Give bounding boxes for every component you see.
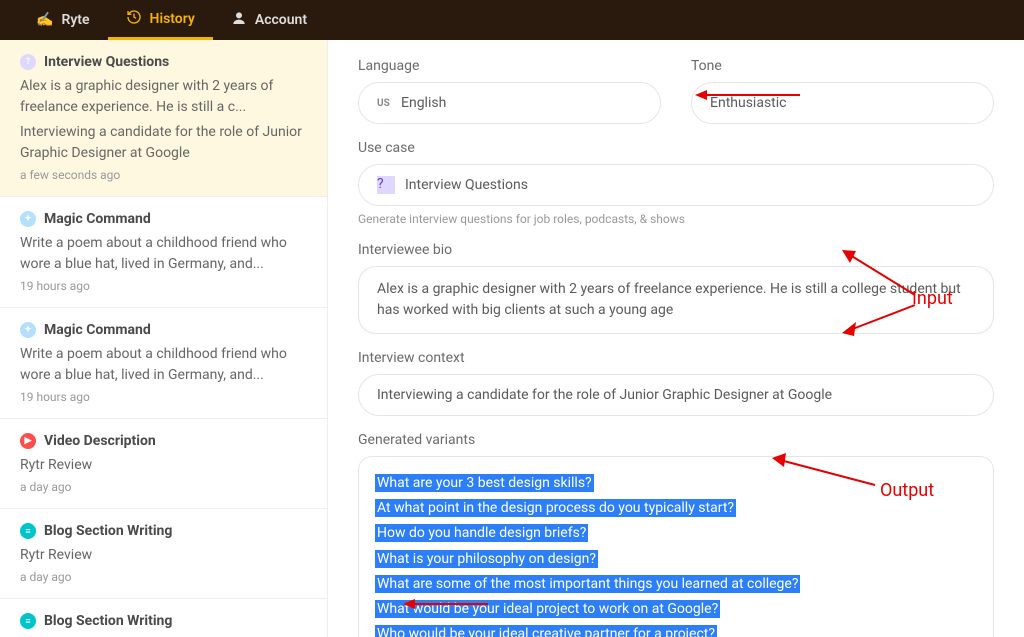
generated-line: What are some of the most important thin… — [375, 575, 800, 593]
usecase-helper: Generate interview questions for job rol… — [358, 212, 994, 226]
language-select[interactable]: US English — [358, 82, 661, 124]
history-item-title: Video Description — [44, 433, 156, 449]
history-item-snippet: Alex is a graphic designer with 2 years … — [20, 76, 307, 118]
usecase-badge-icon: ▶ — [20, 433, 36, 449]
history-item-title: Magic Command — [44, 322, 151, 338]
tab-ryte[interactable]: ✍️ Ryte — [18, 0, 108, 40]
language-field: Language US English — [358, 58, 661, 124]
history-item-snippet: Rytr Review — [20, 455, 307, 476]
history-item[interactable]: ✦ Magic Command Write a poem about a child… — [0, 308, 327, 419]
tab-account-label: Account — [255, 12, 307, 28]
history-item-title: Interview Questions — [44, 54, 169, 70]
usecase-badge-icon: ≡ — [20, 523, 36, 539]
tab-history-label: History — [150, 11, 195, 27]
bio-value: Alex is a graphic designer with 2 years … — [377, 279, 975, 321]
language-value: English — [401, 95, 446, 111]
usecase-field: Use case ? Interview Questions Generate … — [358, 140, 994, 226]
history-item-timestamp: a day ago — [20, 480, 307, 494]
usecase-badge-icon: ✦ — [20, 322, 36, 338]
history-icon — [126, 9, 142, 29]
tone-select[interactable]: Enthusiastic — [691, 82, 994, 124]
history-item[interactable]: ✦ Magic Command Write a poem about a child… — [0, 197, 327, 308]
language-label: Language — [358, 58, 661, 74]
bio-label: Interviewee bio — [358, 242, 994, 258]
usecase-select[interactable]: ? Interview Questions — [358, 164, 994, 206]
history-item-snippet2: Interviewing a candidate for the role of… — [20, 122, 307, 164]
bio-field: Interviewee bio Alex is a graphic design… — [358, 242, 994, 334]
generated-label: Generated variants — [358, 432, 994, 448]
usecase-badge-icon: ≡ — [20, 613, 36, 629]
usecase-label: Use case — [358, 140, 994, 156]
question-icon: ? — [377, 176, 395, 194]
history-item-timestamp: a day ago — [20, 570, 307, 584]
history-sidebar[interactable]: ? Interview Questions Alex is a graphic de… — [0, 40, 328, 637]
tab-ryte-label: Ryte — [61, 12, 89, 28]
history-item-title: Blog Section Writing — [44, 523, 172, 539]
tab-history[interactable]: History — [108, 0, 213, 40]
generated-output[interactable]: What are your 3 best design skills? At wh… — [358, 456, 994, 637]
generated-line: What are your 3 best design skills? — [375, 474, 594, 492]
history-item-snippet: Rytr Review — [20, 545, 307, 566]
usecase-value: Interview Questions — [405, 177, 528, 193]
history-item-snippet: Write a poem about a childhood friend wh… — [20, 233, 307, 275]
context-label: Interview context — [358, 350, 994, 366]
usecase-badge-icon: ✦ — [20, 211, 36, 227]
history-item[interactable]: ▶ Video Description Rytr Review a day ago — [0, 419, 327, 509]
bio-input[interactable]: Alex is a graphic designer with 2 years … — [358, 266, 994, 334]
ryte-icon: ✍️ — [36, 12, 53, 28]
generated-line: How do you handle design briefs? — [375, 524, 588, 542]
context-field: Interview context Interviewing a candida… — [358, 350, 994, 416]
context-value: Interviewing a candidate for the role of… — [377, 387, 832, 403]
history-item-title: Blog Section Writing — [44, 613, 172, 629]
generated-line: At what point in the design process do y… — [375, 499, 736, 517]
tone-field: Tone Enthusiastic — [691, 58, 994, 124]
generated-field: Generated variants What are your 3 best … — [358, 432, 994, 637]
flag-icon: US — [377, 98, 391, 109]
history-item-timestamp: 19 hours ago — [20, 279, 307, 293]
generated-line: What is your philosophy on design? — [375, 550, 598, 568]
history-item[interactable]: ≡Blog Section WritingAlways book accommo… — [0, 599, 327, 637]
context-input[interactable]: Interviewing a candidate for the role of… — [358, 374, 994, 416]
account-icon — [231, 10, 247, 30]
generated-line: What would be your ideal project to work… — [375, 600, 720, 618]
usecase-badge-icon: ? — [20, 54, 36, 70]
tone-value: Enthusiastic — [710, 95, 786, 111]
top-nav: ✍️ Ryte History Account — [0, 0, 1024, 40]
generated-line: Who would be your ideal creative partner… — [375, 625, 717, 637]
tone-label: Tone — [691, 58, 994, 74]
history-item-snippet: Write a poem about a childhood friend wh… — [20, 344, 307, 386]
history-item-timestamp: a few seconds ago — [20, 168, 307, 182]
history-item-title: Magic Command — [44, 211, 151, 227]
history-item[interactable]: ? Interview Questions Alex is a graphic de… — [0, 40, 327, 197]
main-panel: Language US English Tone Enthusiastic Us… — [328, 40, 1024, 637]
history-item-timestamp: 19 hours ago — [20, 390, 307, 404]
history-item[interactable]: ≡ Blog Section Writing Rytr Review a day ag… — [0, 509, 327, 599]
tab-account[interactable]: Account — [213, 0, 325, 40]
